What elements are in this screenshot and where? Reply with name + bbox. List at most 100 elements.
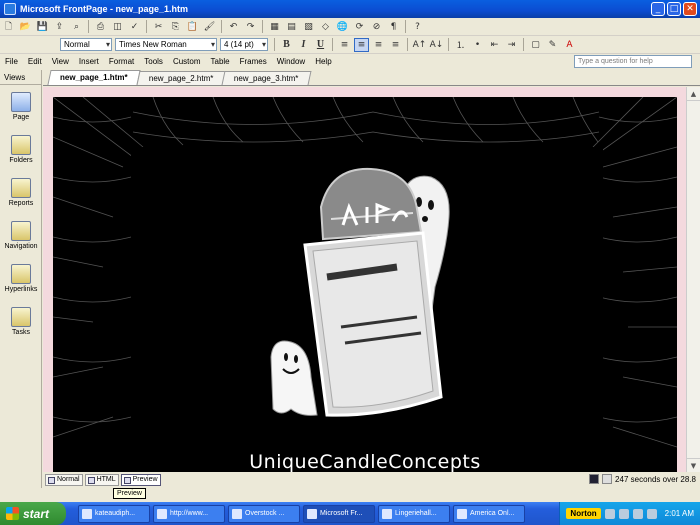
menu-file[interactable]: File (0, 57, 23, 66)
view-mode-bar: Normal HTML Preview 247 seconds over 28.… (43, 473, 700, 487)
tasks-icon (11, 307, 31, 327)
insert-picture-icon[interactable]: ▧ (301, 20, 316, 34)
tray-icon[interactable] (618, 508, 629, 519)
open-icon[interactable]: 📂 (18, 20, 33, 34)
taskbar-item-label: Microsoft Fr... (320, 510, 363, 517)
spelling-icon[interactable]: ✓ (127, 20, 142, 34)
increase-indent-icon[interactable]: ⇥ (504, 38, 519, 52)
tab-new-page-3[interactable]: new_page_3.htm* (221, 71, 312, 85)
tray-icon[interactable] (604, 508, 615, 519)
underline-button[interactable]: U (313, 38, 328, 52)
justify-icon[interactable]: ≡ (388, 38, 403, 52)
reports-icon (11, 178, 31, 198)
menu-help[interactable]: Help (310, 57, 336, 66)
print-icon[interactable]: ⎙ (93, 20, 108, 34)
menu-insert[interactable]: Insert (74, 57, 104, 66)
tray-icon[interactable] (632, 508, 643, 519)
style-select[interactable]: Normal (60, 38, 112, 51)
standard-toolbar: 🗋 📂 💾 ⇪ ⌕ ⎙ ◫ ✓ ✂ ⎘ 📋 🖌 ↶ ↷ ▦ ▤ ▧ ◇ 🌐 ⟳ … (0, 18, 700, 36)
frontpage-icon (307, 508, 317, 519)
bold-button[interactable]: B (279, 38, 294, 52)
insert-component-icon[interactable]: ▦ (267, 20, 282, 34)
new-page-icon[interactable]: 🗋 (1, 20, 16, 34)
html-view-tab[interactable]: HTML (84, 474, 119, 486)
preview-browser-icon[interactable]: ◫ (110, 20, 125, 34)
show-all-icon[interactable]: ¶ (386, 20, 401, 34)
tab-new-page-2[interactable]: new_page_2.htm* (136, 71, 226, 85)
view-tab-label: HTML (96, 476, 116, 483)
format-painter-icon[interactable]: 🖌 (202, 20, 217, 34)
menu-tools[interactable]: Tools (139, 57, 168, 66)
insert-table-icon[interactable]: ▤ (284, 20, 299, 34)
font-size-select[interactable]: 4 (14 pt) (220, 38, 268, 51)
browser-icon (232, 508, 242, 519)
borders-icon[interactable]: ▢ (528, 38, 543, 52)
menu-view[interactable]: View (47, 57, 74, 66)
align-right-icon[interactable]: ≡ (371, 38, 386, 52)
toolbar-divider (88, 20, 89, 33)
bullets-icon[interactable]: • (470, 38, 485, 52)
taskbar-item-label: Lingeriehall... (395, 510, 437, 517)
numbering-icon[interactable]: ⒈ (453, 38, 468, 52)
redo-icon[interactable]: ↷ (243, 20, 258, 34)
align-left-icon[interactable]: ≡ (337, 38, 352, 52)
align-center-icon[interactable]: ≡ (354, 37, 369, 52)
taskbar-item[interactable]: kateaudiph... (78, 504, 150, 523)
taskbar-item[interactable]: Lingeriehall... (378, 504, 450, 523)
view-hyperlinks[interactable]: Hyperlinks (0, 257, 42, 300)
volume-icon[interactable] (646, 508, 657, 519)
normal-view-tab[interactable]: Normal (45, 474, 83, 486)
tab-new-page-1[interactable]: new_page_1.htm* (47, 70, 141, 85)
menu-window[interactable]: Window (272, 57, 310, 66)
decrease-indent-icon[interactable]: ⇤ (487, 38, 502, 52)
font-select[interactable]: Times New Roman (115, 38, 217, 51)
copy-icon[interactable]: ⎘ (168, 20, 183, 34)
preview-view-tab[interactable]: Preview (120, 474, 161, 486)
refresh-icon[interactable]: ⟳ (352, 20, 367, 34)
help-icon[interactable]: ? (410, 20, 425, 34)
drawing-icon[interactable]: ◇ (318, 20, 333, 34)
menu-edit[interactable]: Edit (23, 57, 47, 66)
taskbar-item[interactable]: America Onl... (453, 504, 525, 523)
search-icon[interactable]: ⌕ (69, 20, 84, 34)
menu-table[interactable]: Table (206, 57, 235, 66)
start-button[interactable]: start (0, 502, 66, 525)
increase-font-icon[interactable]: A↑ (412, 38, 427, 52)
cut-icon[interactable]: ✂ (151, 20, 166, 34)
italic-button[interactable]: I (296, 38, 311, 52)
view-navigation[interactable]: Navigation (0, 214, 42, 257)
taskbar-item[interactable]: Microsoft Fr... (303, 504, 375, 523)
maximize-button[interactable]: □ (667, 2, 681, 16)
undo-icon[interactable]: ↶ (226, 20, 241, 34)
decrease-font-icon[interactable]: A↓ (429, 38, 444, 52)
editor-area[interactable]: UniqueCandleConcepts (43, 87, 686, 472)
view-folders[interactable]: Folders (0, 128, 42, 171)
view-reports[interactable]: Reports (0, 171, 42, 214)
taskbar-item[interactable]: Overstock ... (228, 504, 300, 523)
view-page[interactable]: Page (0, 85, 42, 128)
vertical-scrollbar[interactable]: ▲ ▼ (686, 87, 700, 472)
font-color-icon[interactable]: A (562, 38, 577, 52)
page-canvas[interactable]: UniqueCandleConcepts (53, 97, 677, 472)
menu-custom[interactable]: Custom (168, 57, 206, 66)
status-area: 247 seconds over 28.8 (589, 474, 696, 484)
highlight-color-icon[interactable]: ✎ (545, 38, 560, 52)
close-button[interactable]: ✕ (683, 2, 697, 16)
scroll-down-icon[interactable]: ▼ (687, 458, 700, 472)
stop-icon[interactable]: ⊘ (369, 20, 384, 34)
publish-icon[interactable]: ⇪ (52, 20, 67, 34)
paste-icon[interactable]: 📋 (185, 20, 200, 34)
menu-format[interactable]: Format (104, 57, 139, 66)
brand-text: UniqueCandleConcepts (249, 451, 481, 472)
scroll-up-icon[interactable]: ▲ (687, 87, 700, 101)
view-tasks[interactable]: Tasks (0, 300, 42, 343)
frontpage-app-icon (4, 3, 16, 15)
hyperlink-icon[interactable]: 🌐 (335, 20, 350, 34)
taskbar-item[interactable]: http://www... (153, 504, 225, 523)
menu-bar: File Edit View Insert Format Tools Custo… (0, 54, 700, 69)
minimize-button[interactable]: _ (651, 2, 665, 16)
norton-tray-button[interactable]: Norton (566, 508, 601, 519)
menu-frames[interactable]: Frames (235, 57, 272, 66)
help-question-input[interactable]: Type a question for help (574, 55, 692, 68)
save-icon[interactable]: 💾 (35, 20, 50, 34)
